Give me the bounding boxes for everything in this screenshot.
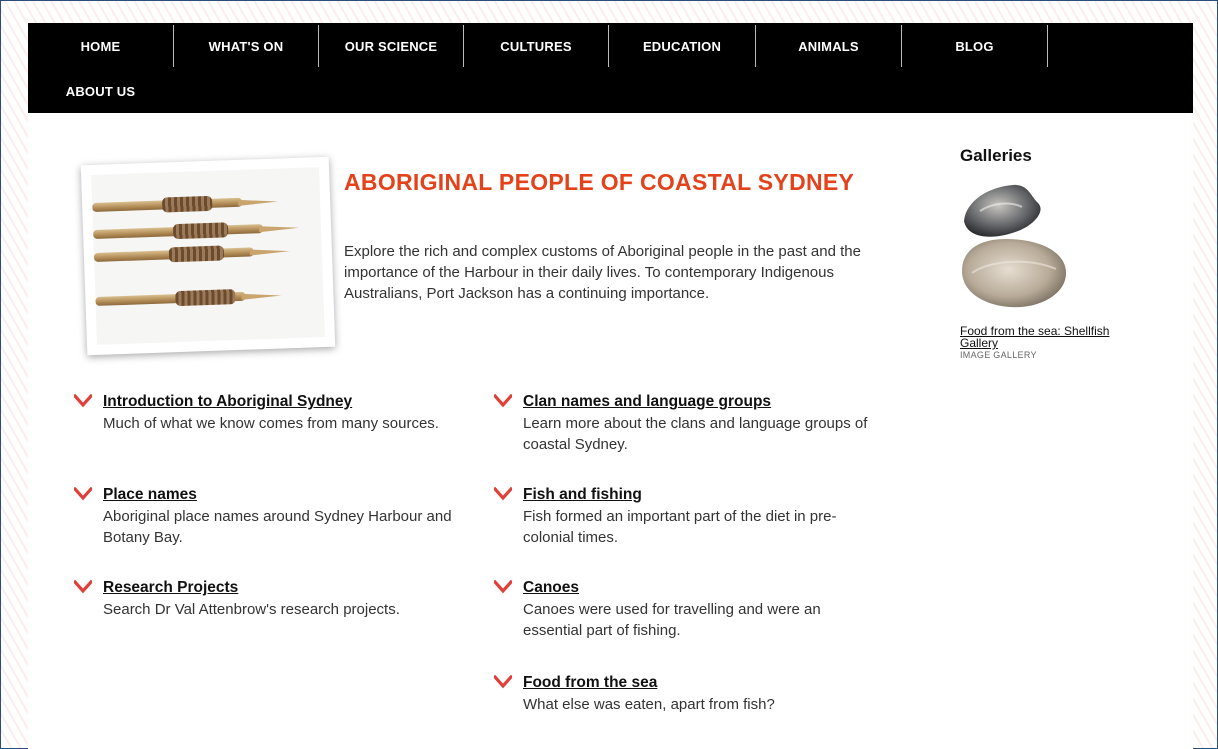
nav-separator	[1047, 25, 1048, 67]
nav-item-blog[interactable]: BLOG	[902, 24, 1047, 68]
page-frame: HOME WHAT'S ON OUR SCIENCE CULTURES EDUC…	[0, 0, 1218, 749]
spears-image	[91, 167, 325, 345]
nav-label: ABOUT US	[65, 83, 136, 99]
nav-item-whats-on[interactable]: WHAT'S ON	[174, 24, 318, 68]
nav-item-education[interactable]: EDUCATION	[609, 24, 755, 68]
topic-link-desc: Aboriginal place names around Sydney Har…	[103, 508, 452, 546]
topic-link-desc: Canoes were used for travelling and were…	[523, 601, 821, 639]
topic-link-desc: What else was eaten, apart from fish?	[523, 696, 775, 713]
nav-item-our-science[interactable]: OUR SCIENCE	[319, 24, 463, 68]
nav-item-about-us[interactable]: ABOUT US	[28, 69, 173, 113]
topic-link-title[interactable]: Introduction to Aboriginal Sydney	[103, 392, 463, 412]
topic-link-block: Introduction to Aboriginal Sydney Much o…	[74, 392, 463, 434]
nav-label: EDUCATION	[642, 38, 722, 54]
nav-label: BLOG	[955, 38, 994, 54]
topic-link-desc: Much of what we know comes from many sou…	[103, 415, 439, 432]
topic-link-block: Canoes Canoes were used for travelling a…	[494, 578, 883, 641]
spear-binding	[161, 195, 213, 213]
chevron-down-icon	[494, 580, 512, 594]
spear-shape	[92, 195, 279, 213]
nav-label: OUR SCIENCE	[344, 38, 438, 54]
nav-label: CULTURES	[500, 38, 572, 54]
spear-shape	[95, 289, 282, 307]
topic-link-desc: Learn more about the clans and language …	[523, 415, 868, 453]
spear-shape	[93, 222, 300, 240]
chevron-down-icon	[74, 394, 92, 408]
shellfish-gallery-thumbnail[interactable]	[958, 181, 1073, 311]
gallery-type-label: IMAGE GALLERY	[960, 350, 1037, 360]
chevron-down-icon	[74, 580, 92, 594]
spear-tip	[249, 248, 290, 256]
chevron-down-icon	[494, 487, 512, 501]
topic-link-title[interactable]: Food from the sea	[523, 673, 883, 693]
galleries-heading: Galleries	[960, 146, 1032, 165]
nav-item-animals[interactable]: ANIMALS	[756, 24, 901, 68]
spear-shape	[93, 245, 290, 263]
main-nav: HOME WHAT'S ON OUR SCIENCE CULTURES EDUC…	[28, 23, 1193, 113]
spear-tip	[258, 224, 300, 233]
topic-link-title[interactable]: Fish and fishing	[523, 485, 883, 505]
page-title: ABORIGINAL PEOPLE OF COASTAL SYDNEY	[344, 169, 855, 195]
spear-binding	[168, 245, 225, 263]
topic-link-title[interactable]: Place names	[103, 485, 463, 505]
nav-label: HOME	[80, 38, 121, 54]
spear-binding	[172, 222, 229, 240]
spear-tip	[238, 198, 279, 206]
topic-link-block: Food from the sea What else was eaten, a…	[494, 673, 883, 715]
topic-link-block: Place names Aboriginal place names aroun…	[74, 485, 463, 548]
spear-binding	[175, 289, 236, 307]
nav-label: WHAT'S ON	[208, 38, 284, 54]
chevron-down-icon	[74, 487, 92, 501]
nav-item-home[interactable]: HOME	[28, 24, 173, 68]
topic-link-title[interactable]: Research Projects	[103, 578, 463, 598]
page-canvas: HOME WHAT'S ON OUR SCIENCE CULTURES EDUC…	[28, 23, 1193, 749]
hero-photo-spears	[80, 156, 336, 356]
topic-link-desc: Fish formed an important part of the die…	[523, 508, 837, 546]
nav-item-cultures[interactable]: CULTURES	[464, 24, 608, 68]
topic-link-title[interactable]: Clan names and language groups	[523, 392, 883, 412]
gallery-link[interactable]: Food from the sea: Shellfish Gallery	[960, 325, 1145, 349]
spear-tip	[241, 292, 282, 300]
chevron-down-icon	[494, 675, 512, 689]
topic-link-block: Clan names and language groups Learn mor…	[494, 392, 883, 455]
topic-link-title[interactable]: Canoes	[523, 578, 883, 598]
topic-link-block: Research Projects Search Dr Val Attenbro…	[74, 578, 463, 620]
nav-label: ANIMALS	[798, 38, 859, 54]
topic-link-block: Fish and fishing Fish formed an importan…	[494, 485, 883, 548]
topic-link-desc: Search Dr Val Attenbrow's research proje…	[103, 601, 400, 618]
hero-description: Explore the rich and complex customs of …	[344, 243, 861, 302]
chevron-down-icon	[494, 394, 512, 408]
